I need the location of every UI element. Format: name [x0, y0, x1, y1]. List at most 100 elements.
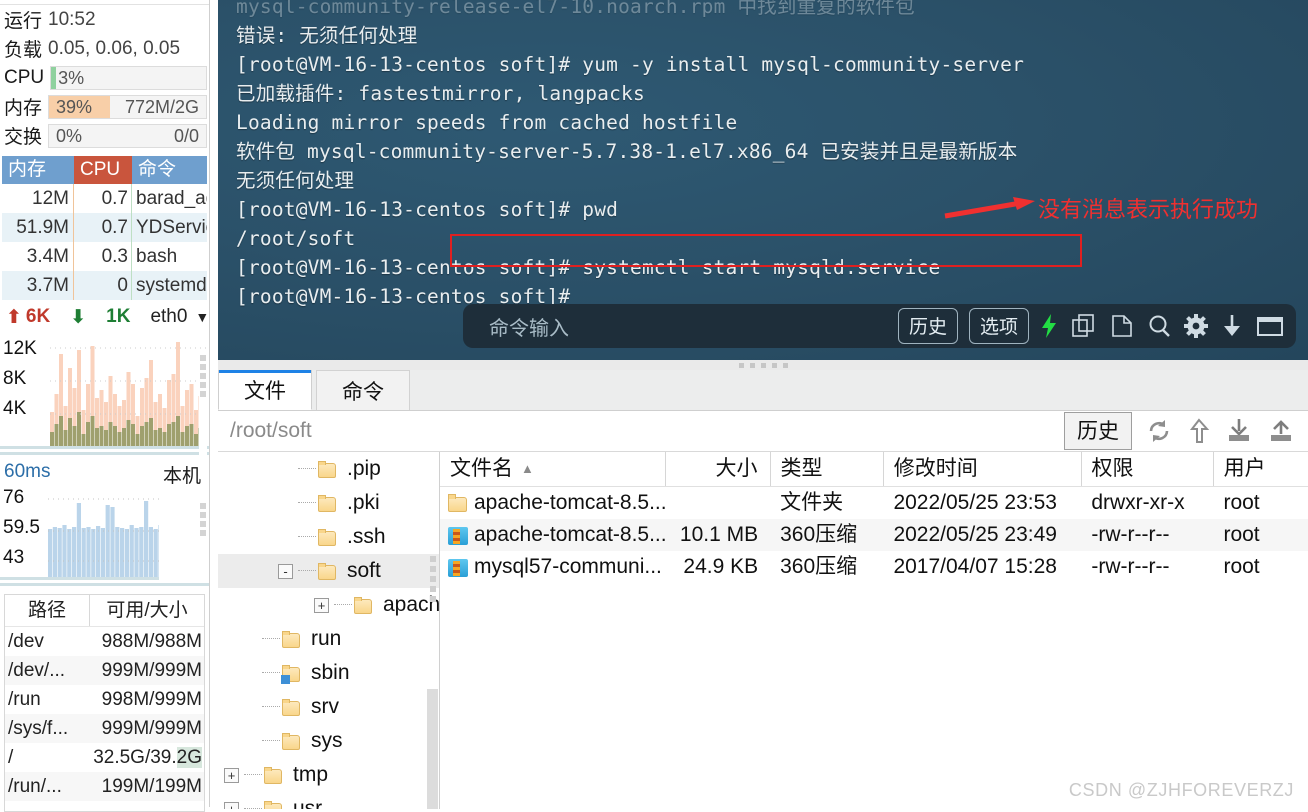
- cell-user: root: [1223, 555, 1260, 578]
- arrow-right-icon: [944, 197, 1035, 219]
- tree-node[interactable]: .pip: [218, 452, 439, 486]
- terminal-history-button[interactable]: 历史: [897, 308, 958, 344]
- tree-expander[interactable]: +: [224, 801, 239, 809]
- column-header-type[interactable]: 类型: [771, 452, 884, 486]
- tree-node-label: .ssh: [347, 525, 386, 548]
- lightning-icon[interactable]: [1040, 313, 1058, 339]
- table-row[interactable]: apache-tomcat-8.5... 文件夹 2022/05/25 23:53 d…: [440, 487, 1308, 519]
- uptime-value: 10:52: [48, 8, 96, 30]
- network-interface-select[interactable]: eth0: [150, 306, 187, 328]
- tree-expander[interactable]: -: [278, 563, 293, 579]
- command-highlight-box: [450, 234, 1082, 267]
- folder-icon: [282, 732, 302, 750]
- tab-files[interactable]: 文件: [218, 370, 312, 410]
- disk-header-size[interactable]: 可用/大小: [90, 595, 204, 626]
- tree-scrollbar-thumb[interactable]: [427, 689, 438, 809]
- tree-node-label: tmp: [293, 763, 329, 786]
- tree-connector: [334, 604, 352, 606]
- disk-row[interactable]: /run 998M/999M: [5, 685, 204, 714]
- disk-row[interactable]: /sys/f... 999M/999M: [5, 714, 204, 743]
- refresh-icon[interactable]: [1146, 418, 1172, 444]
- ping-graph-scrollbar[interactable]: [199, 500, 207, 580]
- column-header-modified[interactable]: 修改时间: [884, 452, 1082, 486]
- file-list[interactable]: 文件名 ▲ 大小 类型 修改时间 权限 用户 apache-tomcat-8.5.…: [440, 452, 1308, 809]
- tree-node[interactable]: srv: [218, 690, 439, 724]
- gear-icon[interactable]: [1184, 313, 1208, 339]
- process-row[interactable]: 51.9M0.7YDServic: [2, 213, 207, 242]
- process-row[interactable]: 3.7M 0 systemd: [2, 271, 207, 300]
- upload-icon[interactable]: [1268, 418, 1294, 444]
- disk-path: /run/...: [8, 776, 62, 797]
- parent-folder-icon[interactable]: [1188, 418, 1210, 444]
- terminal-panel[interactable]: mysql-community-release-el7-10.noarch.rp…: [218, 0, 1308, 360]
- process-header-cpu[interactable]: CPU: [74, 156, 132, 184]
- panel-splitter[interactable]: [218, 360, 1308, 370]
- disk-row[interactable]: /dev 988M/988M: [5, 627, 204, 656]
- cell-user: root: [1223, 491, 1260, 514]
- column-header-size[interactable]: 大小: [666, 452, 771, 486]
- column-header-user[interactable]: 用户: [1214, 452, 1308, 486]
- copy-icon[interactable]: [1071, 313, 1097, 339]
- download-icon[interactable]: [1221, 313, 1243, 339]
- disk-path: /dev: [8, 631, 44, 652]
- network-graph-ylabels: 12K 8K 4K: [3, 334, 37, 424]
- tree-node[interactable]: +apache: [218, 588, 439, 622]
- process-cmd: systemd: [136, 275, 207, 296]
- ping-graph-ylabels: 76 59.5 43: [3, 487, 40, 573]
- tree-node[interactable]: - soft: [218, 554, 439, 588]
- network-download-value: 1K: [106, 306, 131, 327]
- process-header-mem[interactable]: 内存: [2, 156, 74, 184]
- file-history-button[interactable]: 历史: [1064, 412, 1132, 450]
- process-table-header: 内存 CPU 命令: [2, 156, 207, 184]
- folder-icon: [318, 460, 338, 478]
- tree-connector: [262, 740, 280, 742]
- tree-node[interactable]: .ssh: [218, 520, 439, 554]
- tree-scrollbar-dots[interactable]: [428, 552, 438, 606]
- file-list-body: apache-tomcat-8.5... 文件夹 2022/05/25 23:53 d…: [440, 487, 1308, 583]
- column-header-permissions[interactable]: 权限: [1082, 452, 1214, 486]
- network-graph-scrollbar[interactable]: [199, 352, 207, 456]
- annotation-text: 没有消息表示执行成功: [1038, 197, 1259, 222]
- search-icon[interactable]: [1147, 313, 1171, 339]
- tree-node-label: .pki: [347, 491, 380, 514]
- cell-name: apache-tomcat-8.5...: [440, 487, 665, 519]
- disk-header-path[interactable]: 路径: [5, 595, 90, 626]
- tree-node[interactable]: run: [218, 622, 439, 656]
- swap-label: 交换: [4, 127, 43, 148]
- file-manager-tabs: 文件 命令: [218, 370, 1308, 411]
- terminal-options-button[interactable]: 选项: [968, 308, 1029, 344]
- tree-node[interactable]: sbin: [218, 656, 439, 690]
- command-input[interactable]: 命令输入: [463, 312, 898, 341]
- tree-node[interactable]: .pki: [218, 486, 439, 520]
- arrow-down-icon: ⬇: [70, 306, 87, 328]
- disk-row[interactable]: / 32.5G/39.2G: [5, 743, 204, 772]
- table-row[interactable]: apache-tomcat-8.5... 10.1 MB 360压缩 2022/05/…: [440, 519, 1308, 551]
- tree-expander[interactable]: +: [314, 597, 329, 613]
- tree-node[interactable]: + tmp: [218, 758, 439, 792]
- net-ylabel-2: 4K: [3, 398, 27, 419]
- chevron-down-icon[interactable]: ▼: [195, 309, 209, 325]
- tree-node-label: usr: [293, 797, 323, 809]
- command-input-bar[interactable]: 命令输入 历史 选项: [463, 304, 1296, 348]
- process-row[interactable]: 12M0.7barad_ag: [2, 184, 207, 213]
- tab-commands[interactable]: 命令: [316, 370, 410, 410]
- disk-row[interactable]: /dev/... 999M/999M: [5, 656, 204, 685]
- table-row[interactable]: mysql57-communi... 24.9 KB 360压缩 2017/04/07…: [440, 551, 1308, 583]
- archive-icon: [448, 558, 470, 577]
- disk-row[interactable]: /run/... 199M/199M: [5, 772, 204, 801]
- process-header-cmd[interactable]: 命令: [132, 156, 207, 184]
- tree-node-label: soft: [347, 559, 381, 582]
- directory-tree[interactable]: .pip .pki .ssh - soft +apache run sbin srv sys + tm…: [218, 452, 440, 809]
- uptime-label: 运行: [4, 11, 43, 32]
- process-row[interactable]: 3.4M 0.3 bash: [2, 242, 207, 271]
- tree-node[interactable]: + usr: [218, 792, 439, 809]
- cell-type: 360压缩: [780, 555, 858, 578]
- paste-icon[interactable]: [1110, 313, 1134, 339]
- graph-divider-2: [0, 583, 209, 586]
- path-input[interactable]: /root/soft: [218, 419, 1064, 443]
- tree-node[interactable]: sys: [218, 724, 439, 758]
- column-header-name[interactable]: 文件名 ▲: [440, 452, 666, 486]
- window-icon[interactable]: [1256, 313, 1284, 339]
- tree-expander[interactable]: +: [224, 767, 239, 783]
- download-icon[interactable]: [1226, 418, 1252, 444]
